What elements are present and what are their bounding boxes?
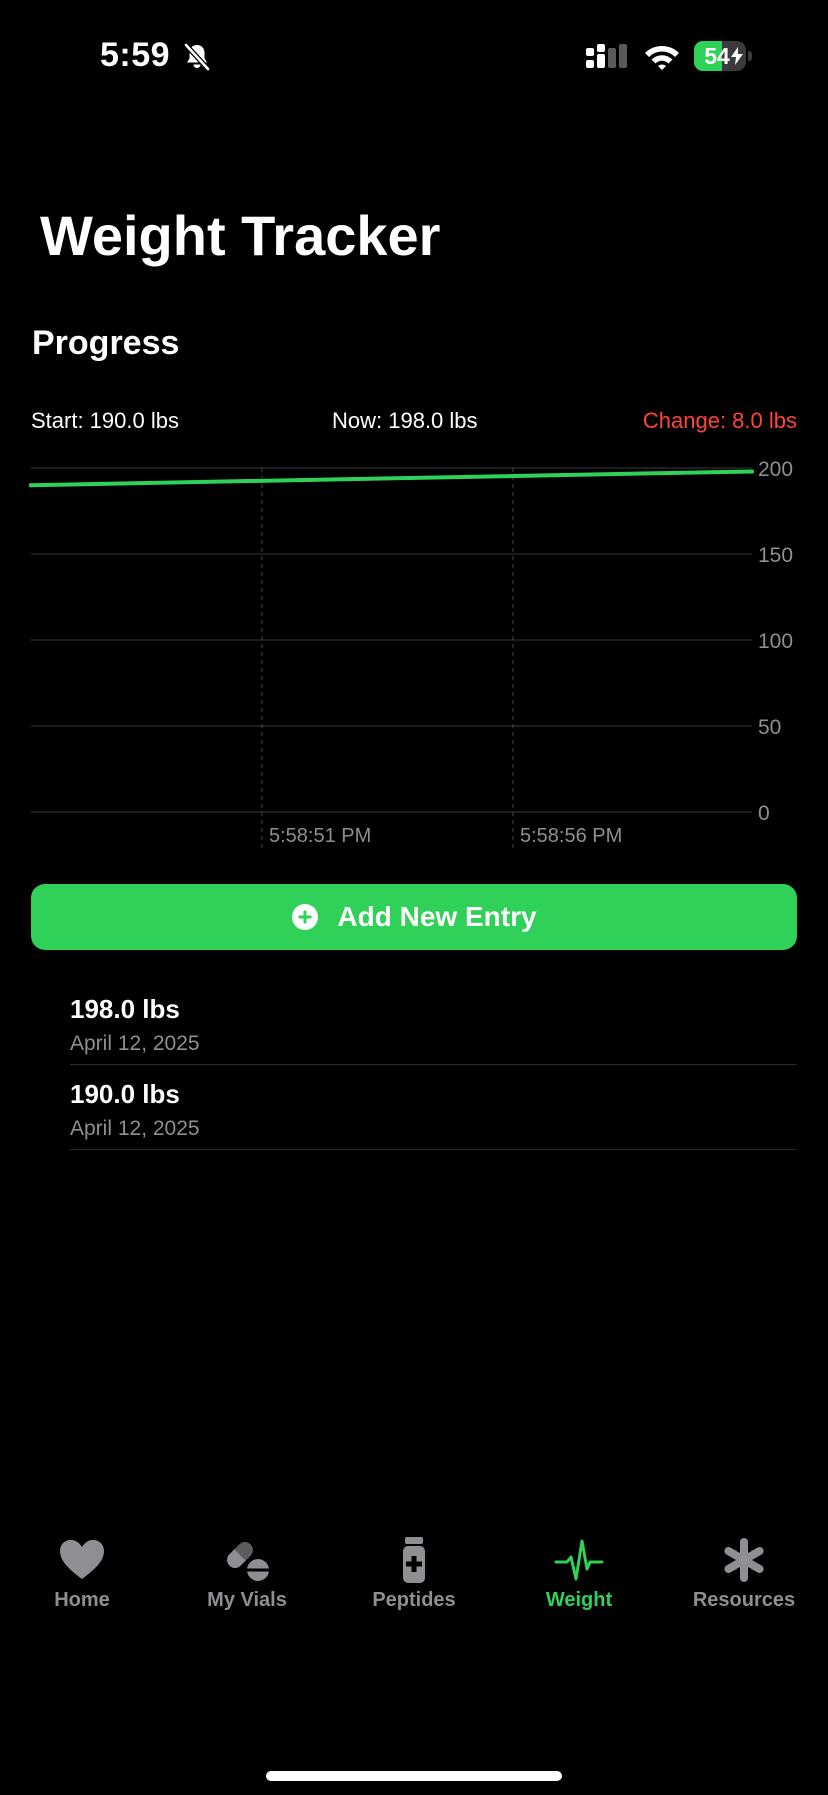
cellular-signal-icon xyxy=(586,44,627,68)
plus-circle-icon xyxy=(292,904,319,930)
tab-label: Weight xyxy=(545,1589,613,1611)
tab-label: Resources xyxy=(692,1589,796,1611)
y-tick-label: 0 xyxy=(758,802,770,825)
add-new-entry-label: Add New Entry xyxy=(337,901,537,932)
home-indicator xyxy=(266,1771,562,1781)
progress-summary: Start: 190.0 lbs Now: 198.0 lbs Change: … xyxy=(31,406,797,436)
tab-peptides[interactable]: Peptides xyxy=(334,1525,494,1625)
list-item[interactable]: 190.0 lbs April 12, 2025 xyxy=(70,1065,797,1150)
list-item[interactable]: 198.0 lbs April 12, 2025 xyxy=(70,980,797,1065)
start-weight-label: Start: 190.0 lbs xyxy=(31,408,179,433)
heart-icon xyxy=(60,1540,104,1579)
y-tick-label: 200 xyxy=(758,458,793,481)
entry-weight: 198.0 lbs xyxy=(70,994,180,1024)
status-time: 5:59 xyxy=(100,36,171,74)
tab-resources[interactable]: Resources xyxy=(664,1525,824,1625)
tab-label: Home xyxy=(54,1589,110,1611)
charging-bolt-icon xyxy=(731,47,743,65)
tab-home[interactable]: Home xyxy=(2,1525,162,1625)
tab-my-vials[interactable]: My Vials xyxy=(167,1525,327,1625)
bell-slash-icon xyxy=(184,43,210,71)
status-bar: 5:59 54 xyxy=(0,0,828,110)
tab-bar: Home My Vials Peptides Weight Resources xyxy=(0,1525,828,1635)
tab-weight[interactable]: Weight xyxy=(499,1525,659,1625)
weight-entries-list: 198.0 lbs April 12, 2025 190.0 lbs April… xyxy=(70,980,797,1150)
data-point xyxy=(29,483,33,488)
y-tick-label: 50 xyxy=(758,716,781,739)
weight-change-label: Change: 8.0 lbs xyxy=(642,408,797,433)
battery-indicator: 54 xyxy=(694,41,752,71)
tab-label: My Vials xyxy=(207,1589,287,1611)
asterisk-icon xyxy=(724,1538,764,1582)
current-weight-label: Now: 198.0 lbs xyxy=(332,408,478,433)
tab-label: Peptides xyxy=(372,1589,456,1611)
progress-section-title: Progress xyxy=(32,324,180,362)
waveform-pulse-icon xyxy=(554,1539,604,1581)
x-tick-label: 5:58:56 PM xyxy=(520,825,622,847)
entry-date: April 12, 2025 xyxy=(70,1117,200,1140)
medicine-bottle-icon xyxy=(403,1537,425,1583)
page-title: Weight Tracker xyxy=(40,204,441,267)
pills-icon xyxy=(227,1538,269,1581)
entry-date: April 12, 2025 xyxy=(70,1032,200,1055)
weight-progress-chart: 0 50 100 150 200 5:58:51 PM 5:58:56 PM xyxy=(29,458,793,848)
data-point xyxy=(750,469,754,474)
y-tick-label: 150 xyxy=(758,544,793,567)
entry-weight: 190.0 lbs xyxy=(70,1079,180,1109)
add-new-entry-button[interactable]: Add New Entry xyxy=(31,884,797,950)
wifi-icon xyxy=(645,45,679,70)
weight-series-line xyxy=(29,469,754,488)
x-tick-label: 5:58:51 PM xyxy=(269,825,371,847)
y-tick-label: 100 xyxy=(758,630,793,653)
